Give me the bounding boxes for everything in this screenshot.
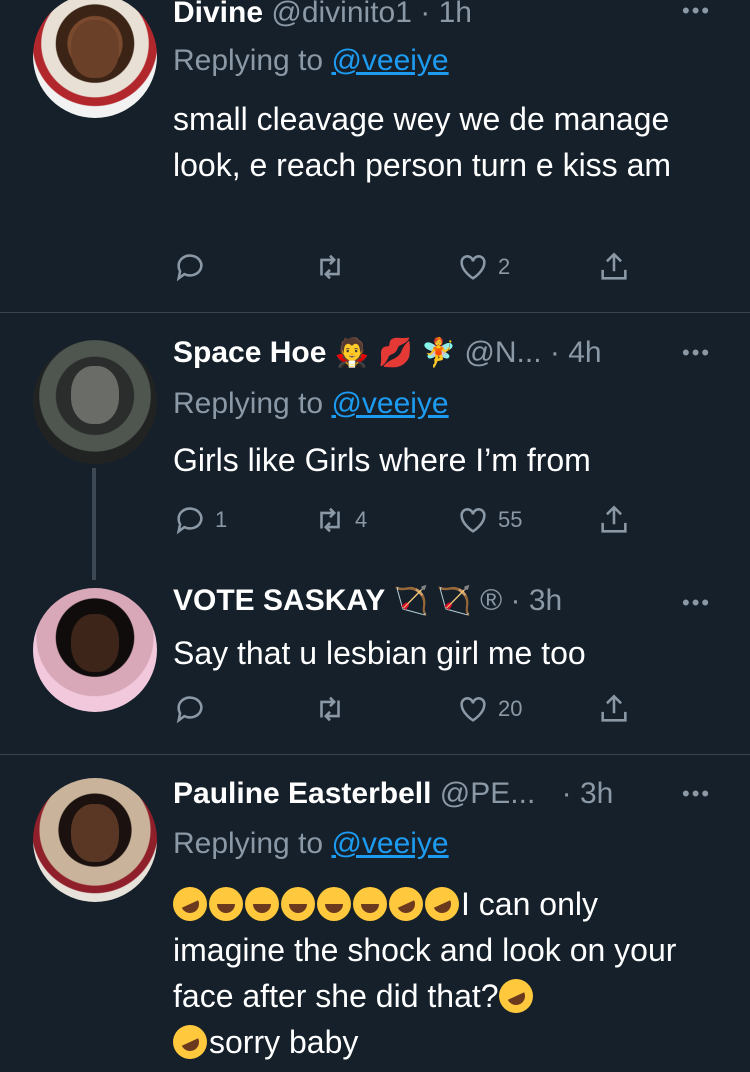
tweet-vote-saskay[interactable]: VOTE SASKAY 🏹 🏹 ® · 3h ••• Say that u le… [0, 576, 750, 753]
display-name[interactable]: Divine [173, 0, 263, 29]
share-icon [601, 694, 627, 722]
joy-emoji-icon [209, 887, 243, 921]
replying-to: Replying to @veeiye [173, 44, 449, 77]
tweet-actions: 2 [173, 250, 653, 290]
joy-emoji-icon [245, 887, 279, 921]
mention-link[interactable]: @veeiye [331, 387, 448, 420]
share-button[interactable] [597, 692, 631, 726]
thread-line [92, 468, 96, 580]
joy-emoji-icon [281, 887, 315, 921]
tweet-text: I can only imagine the shock and look on… [167, 881, 723, 1065]
mention-link[interactable]: @veeiye [331, 44, 448, 77]
display-name[interactable]: VOTE SASKAY [173, 584, 385, 617]
mention-link[interactable]: @veeiye [331, 827, 448, 860]
tweet-header: VOTE SASKAY 🏹 🏹 ® · 3h [173, 584, 562, 618]
joy-emoji-icon [317, 887, 351, 921]
like-button[interactable]: 55 [456, 503, 522, 537]
tweet-header: Pauline Easterbell @PE... · 3h [173, 777, 613, 811]
timestamp[interactable]: · 4h [550, 336, 602, 369]
share-icon [601, 505, 627, 533]
more-options-button[interactable]: ••• [682, 590, 711, 616]
tweet-actions: 1 4 55 [173, 503, 653, 543]
heart-icon [460, 508, 486, 533]
reply-button[interactable] [173, 250, 215, 284]
rofl-emoji-icon [167, 1019, 213, 1065]
tweet-divine[interactable]: Divine @divinito1 · 1h ••• Replying to @… [0, 0, 750, 312]
tweet-header: Divine @divinito1 · 1h [173, 0, 472, 30]
heart-icon [460, 697, 486, 722]
share-icon [601, 252, 627, 280]
registered-emoji-icon: ® [480, 584, 503, 617]
tweet-text: Say that u lesbian girl me too [173, 635, 586, 671]
handle[interactable]: @PE... [440, 777, 535, 810]
handle[interactable]: @divinito1 [271, 0, 412, 29]
tweet-header: Space Hoe 🧛 💋 🧚 @N... · 4h [173, 336, 602, 370]
timestamp[interactable]: · 3h [511, 584, 563, 617]
retweet-button[interactable]: 4 [313, 503, 367, 537]
bow-and-arrow-emoji-icon: 🏹 [393, 585, 429, 616]
retweet-icon [320, 507, 340, 533]
more-options-button[interactable]: ••• [682, 340, 711, 366]
rofl-emoji-icon [383, 881, 429, 927]
share-button[interactable] [597, 503, 631, 537]
retweet-button[interactable] [313, 250, 355, 284]
display-name[interactable]: Pauline Easterbell [173, 777, 431, 810]
kiss-mark-emoji-icon: 💋 [377, 337, 413, 368]
reply-icon [176, 696, 203, 724]
like-button[interactable]: 2 [456, 250, 510, 284]
retweet-icon [320, 254, 340, 280]
tweet-actions: 20 [173, 692, 653, 732]
fairy-emoji-icon: 🧚 [421, 337, 457, 368]
retweet-icon [320, 696, 340, 722]
reply-icon [176, 254, 203, 282]
reply-button[interactable]: 1 [173, 503, 227, 537]
retweet-button[interactable] [313, 692, 355, 726]
vampire-emoji-icon: 🧛 [334, 337, 370, 368]
timestamp[interactable]: · 3h [562, 777, 614, 810]
timestamp[interactable]: · 1h [420, 0, 472, 29]
rofl-emoji-icon [419, 881, 465, 927]
handle[interactable]: @N... [464, 336, 541, 369]
reply-icon [176, 507, 203, 535]
avatar[interactable] [33, 778, 157, 902]
joy-emoji-icon [353, 887, 387, 921]
reply-button[interactable] [173, 692, 215, 726]
tweet-space-hoe[interactable]: Space Hoe 🧛 💋 🧚 @N... · 4h ••• Replying … [0, 313, 750, 576]
avatar[interactable] [33, 588, 157, 712]
avatar[interactable] [33, 0, 157, 118]
rofl-emoji-icon [492, 973, 539, 1019]
like-button[interactable]: 20 [456, 692, 522, 726]
replying-to: Replying to @veeiye [173, 827, 449, 860]
share-button[interactable] [597, 250, 631, 284]
bow-and-arrow-emoji-icon: 🏹 [436, 585, 472, 616]
tweet-pauline-easterbell[interactable]: Pauline Easterbell @PE... · 3h ••• Reply… [0, 755, 750, 1072]
display-name[interactable]: Space Hoe [173, 336, 326, 369]
avatar[interactable] [33, 340, 157, 464]
tweet-text: small cleavage wey we de manage look, e … [173, 101, 672, 183]
rofl-emoji-icon [167, 881, 213, 927]
heart-icon [460, 255, 486, 280]
more-options-button[interactable]: ••• [682, 0, 711, 24]
more-options-button[interactable]: ••• [682, 781, 711, 807]
tweet-text: Girls like Girls where I’m from [173, 442, 591, 478]
replying-to: Replying to @veeiye [173, 387, 449, 420]
